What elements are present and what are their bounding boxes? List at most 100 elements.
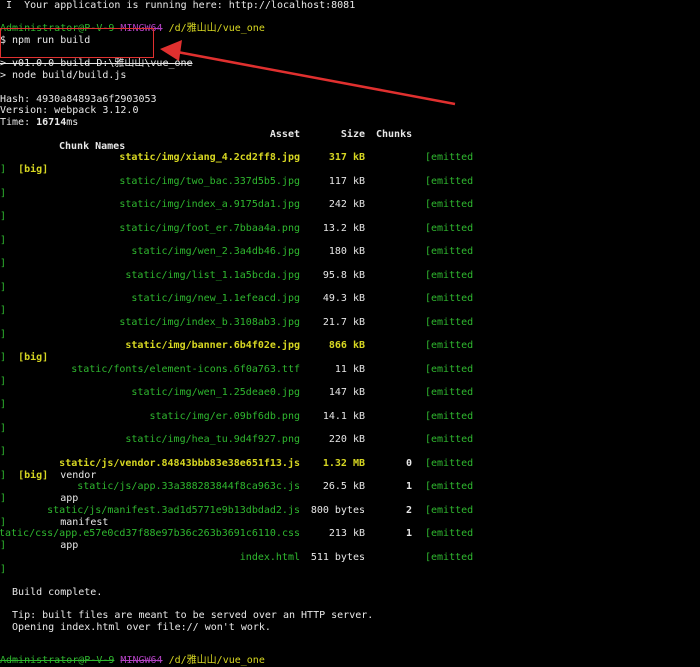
row-continuation: ] <box>0 564 6 576</box>
chunk-name: manifest <box>6 517 109 528</box>
emitted-status: [emitted <box>425 317 474 328</box>
header-chunks: Chunks <box>376 129 413 140</box>
asset-name: static/img/index_b.3108ab3.jpg <box>119 317 300 328</box>
emitted-status: [emitted <box>425 411 474 422</box>
asset-name: static/img/list_1.1a5bcda.jpg <box>125 270 300 281</box>
big-flag: [big] <box>6 470 49 481</box>
asset-name: static/fonts/element-icons.6f0a763.ttf <box>71 364 300 375</box>
status-close-bracket: ] <box>0 305 7 316</box>
emitted-status: [emitted <box>425 552 474 563</box>
status-close-bracket: ] <box>0 258 7 269</box>
tip-line-2: Opening index.html over file:// won't wo… <box>0 622 271 633</box>
asset-size: 14.1 kB <box>322 411 365 422</box>
asset-name: static/img/two_bac.337d5b5.jpg <box>119 176 300 187</box>
time-value: 16714 <box>36 117 67 128</box>
header-asset: Asset <box>269 129 300 140</box>
asset-name: static/img/wen_2.3a4db46.jpg <box>131 246 300 257</box>
emitted-status: [emitted <box>425 481 474 492</box>
asset-name: static/img/wen_1.25deae0.jpg <box>131 387 300 398</box>
time-unit: ms <box>66 117 79 128</box>
emitted-status: [emitted <box>425 246 474 257</box>
emitted-status: [emitted <box>425 387 474 398</box>
asset-name: static/img/new_1.1efeacd.jpg <box>131 293 300 304</box>
status-close-bracket: ] <box>0 423 7 434</box>
row-continuation: ] <box>0 446 6 458</box>
emitted-status: [emitted <box>425 270 474 281</box>
emitted-status: [emitted <box>425 340 474 351</box>
asset-name: static/js/manifest.3ad1d5771e9b13dbdad2.… <box>47 505 300 516</box>
status-close-bracket: ] <box>0 329 7 340</box>
time-label: Time: <box>0 117 37 128</box>
emitted-status: [emitted <box>425 176 474 187</box>
asset-size: 317 kB <box>328 152 365 163</box>
script-line-2: > node build/build.js <box>0 70 127 81</box>
emitted-status: [emitted <box>425 528 474 539</box>
asset-name: static/css/app.e57e0cd37f88e97b36c263b36… <box>0 528 300 539</box>
big-flag: [big] <box>6 164 49 175</box>
asset-size: 800 bytes <box>310 505 365 516</box>
server-banner: I Your application is running here: http… <box>0 0 356 11</box>
row-continuation: ] <box>0 235 6 247</box>
asset-chunks: 1 <box>405 481 412 492</box>
prompt-line-2: Administrator@P-V-9 MINGW64 /d/雅山山/vue_o… <box>0 655 265 667</box>
terminal-window[interactable]: I Your application is running here: http… <box>0 0 700 666</box>
asset-name: static/img/banner.6b4f02e.jpg <box>125 340 300 351</box>
tip-line-1: Tip: built files are meant to be served … <box>0 610 374 621</box>
chunk-name: app <box>6 493 79 504</box>
asset-name: static/img/foot_er.7bbaa4a.png <box>119 223 300 234</box>
build-complete: Build complete. <box>0 587 103 598</box>
asset-size: 13.2 kB <box>322 223 365 234</box>
chunk-name: vendor <box>48 470 97 481</box>
asset-size: 242 kB <box>328 199 365 210</box>
status-close-bracket: ] <box>0 211 7 222</box>
arrow-shaft <box>171 49 456 106</box>
row-continuation: ] <box>0 423 6 435</box>
asset-name: static/img/index_a.9175da1.jpg <box>119 199 300 210</box>
asset-size: 213 kB <box>328 528 365 539</box>
chunk-name: app <box>6 540 79 551</box>
row-continuation: ] <box>0 305 6 317</box>
status-close-bracket: ] <box>0 564 7 575</box>
emitted-status: [emitted <box>425 199 474 210</box>
asset-name: static/img/xiang_4.2cd2ff8.jpg <box>119 152 300 163</box>
emitted-status: [emitted <box>425 152 474 163</box>
asset-chunks: 1 <box>405 528 412 539</box>
asset-size: 117 kB <box>328 176 365 187</box>
status-close-bracket: ] <box>0 376 7 387</box>
asset-name: static/js/vendor.84843bbb83e38e651f13.js <box>59 458 300 469</box>
script-line-1: > v01.0.0 build D:\雅山山\vue_one <box>0 58 193 69</box>
asset-size: 49.3 kB <box>322 293 365 304</box>
asset-size: 95.8 kB <box>322 270 365 281</box>
asset-chunks: 2 <box>405 505 412 516</box>
asset-size: 26.5 kB <box>322 481 365 492</box>
row-continuation: ] <box>0 258 6 270</box>
status-close-bracket: ] <box>0 188 7 199</box>
asset-size: 21.7 kB <box>322 317 365 328</box>
row-continuation: ] [big] <box>0 352 48 364</box>
asset-name: index.html <box>239 552 300 563</box>
asset-size: 511 bytes <box>310 552 365 563</box>
status-close-bracket: ] <box>0 282 7 293</box>
asset-size: 11 kB <box>334 364 365 375</box>
emitted-status: [emitted <box>425 223 474 234</box>
asset-name: static/img/hea_tu.9d4f927.png <box>125 434 300 445</box>
emitted-status: [emitted <box>425 434 474 445</box>
big-flag: [big] <box>6 352 49 363</box>
asset-name: static/js/app.33a388283844f8ca963c.js <box>77 481 300 492</box>
status-close-bracket: ] <box>0 446 7 457</box>
asset-size: 180 kB <box>328 246 365 257</box>
annotation-highlight-box <box>0 28 154 58</box>
emitted-status: [emitted <box>425 364 474 375</box>
row-continuation: ] <box>0 376 6 388</box>
header-chunk-names: Chunk Names <box>59 141 126 152</box>
asset-chunks: 0 <box>405 458 412 469</box>
asset-size: 147 kB <box>328 387 365 398</box>
row-continuation: ] app <box>0 540 78 552</box>
emitted-status: [emitted <box>425 293 474 304</box>
row-continuation: ] <box>0 211 6 223</box>
row-continuation: ] <box>0 329 6 341</box>
status-close-bracket: ] <box>0 399 7 410</box>
asset-size: 1.32 MB <box>322 458 365 469</box>
emitted-status: [emitted <box>425 505 474 516</box>
row-continuation: ] [big] <box>0 164 48 176</box>
